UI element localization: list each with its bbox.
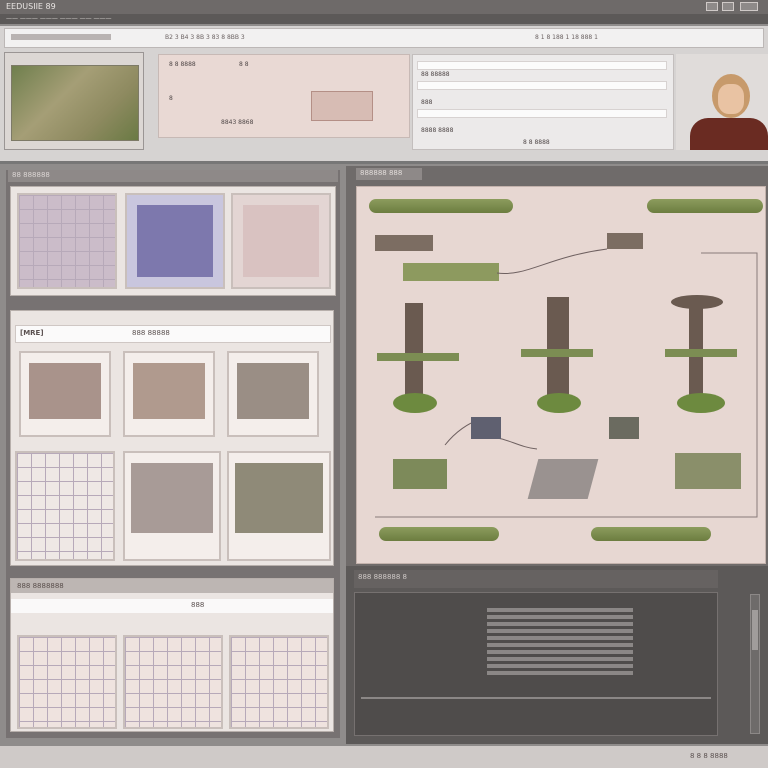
- close-icon[interactable]: [740, 2, 758, 11]
- nav-strip: [11, 34, 111, 40]
- asset-tile-1[interactable]: [19, 351, 111, 437]
- map-image: [11, 65, 139, 141]
- texture-swatch-2: [243, 205, 319, 277]
- console-output[interactable]: [354, 592, 718, 736]
- console-title: 888 888888 8: [358, 573, 407, 581]
- window-titlebar: EEDUSIIE 89: [0, 0, 768, 14]
- asset-tile-2[interactable]: [123, 351, 215, 437]
- left-header-title: 88 888888: [12, 171, 50, 179]
- tower-platform: [521, 349, 593, 357]
- left-header: 88 888888: [8, 170, 338, 182]
- console-divider: [361, 697, 711, 699]
- texture-swatch: [137, 205, 213, 277]
- asset-tile-5[interactable]: [123, 451, 221, 561]
- form-row-3[interactable]: [417, 109, 667, 118]
- preview-list-title: 888 8888888: [17, 582, 64, 590]
- diagram-tab[interactable]: 888888 888: [356, 168, 422, 180]
- map-thumbnail[interactable]: [4, 52, 144, 150]
- tower-platform: [665, 349, 737, 357]
- console-header: 888 888888 8: [354, 570, 718, 588]
- menu-bar[interactable]: —— ——— ——— ——— —— ———: [0, 14, 768, 24]
- tower-top: [671, 295, 723, 309]
- preview-panel: 8 8 8888 8 8 8 8843 8868: [158, 54, 410, 138]
- form-label-2: 888: [421, 99, 433, 106]
- building-node[interactable]: [393, 459, 447, 489]
- building-node[interactable]: [675, 453, 741, 489]
- user-avatar[interactable]: [676, 54, 768, 150]
- preview-label-2: 8 8: [239, 61, 249, 68]
- building-node[interactable]: [527, 459, 599, 499]
- form-label-1: 88 88888: [421, 71, 450, 78]
- assets-title: [MRE]: [20, 329, 44, 337]
- asset-image: [235, 463, 323, 533]
- texture-tile-3[interactable]: [231, 193, 331, 289]
- texture-tile-1[interactable]: [17, 193, 117, 289]
- preview-tile-3[interactable]: [229, 635, 329, 729]
- form-label-3: 8888 8888: [421, 127, 454, 134]
- breadcrumb: 8 1 8 188 1 18 888 1: [535, 34, 598, 41]
- preview-button[interactable]: 8843 8868: [221, 119, 253, 126]
- console-lines: [487, 605, 633, 678]
- assets-panel: [MRE] 888 88888: [10, 310, 334, 566]
- form-row-2[interactable]: [417, 81, 667, 90]
- status-text: 8 8 8 8888: [690, 752, 728, 760]
- texture-panel: [10, 186, 336, 296]
- asset-image: [237, 363, 309, 419]
- small-node[interactable]: [609, 417, 639, 439]
- tower-base: [393, 393, 437, 413]
- maximize-icon[interactable]: [722, 2, 734, 11]
- properties-form: 88 88888 888 8888 8888 8 8 8888: [412, 54, 674, 150]
- preview-list-search[interactable]: 888: [11, 599, 333, 613]
- form-row-1[interactable]: [417, 61, 667, 70]
- node-diagram-canvas[interactable]: [356, 186, 766, 564]
- tower-base: [677, 393, 725, 413]
- preview-tile-1[interactable]: [17, 635, 117, 729]
- status-bar: 8 8 8 8888: [0, 746, 768, 768]
- minimize-icon[interactable]: [706, 2, 718, 11]
- preview-list-header: 888 8888888: [11, 579, 333, 593]
- avatar-face: [718, 84, 744, 114]
- tower-platform: [377, 353, 459, 361]
- asset-tile-4[interactable]: [15, 451, 115, 561]
- preview-label-3: 8: [169, 95, 173, 102]
- preview-list-sub: 888: [191, 601, 205, 609]
- window-title: EEDUSIIE 89: [6, 2, 56, 11]
- console-scroll-thumb[interactable]: [752, 610, 758, 650]
- assets-toolbar: [MRE] 888 88888: [15, 325, 331, 343]
- small-node[interactable]: [471, 417, 501, 439]
- preview-tile-2[interactable]: [123, 635, 223, 729]
- tower-base: [537, 393, 581, 413]
- asset-tile-6[interactable]: [227, 451, 331, 561]
- preview-label: 8 8 8888: [169, 61, 196, 68]
- asset-tile-3[interactable]: [227, 351, 319, 437]
- preview-image: [311, 91, 373, 121]
- form-status: 8 8 8888: [523, 139, 550, 146]
- asset-image: [29, 363, 101, 419]
- asset-image: [131, 463, 213, 533]
- texture-tile-2[interactable]: [125, 193, 225, 289]
- menu-items[interactable]: —— ——— ——— ——— —— ———: [6, 15, 112, 22]
- address-bar[interactable]: B2 3 B4 3 8B 3 83 8 8BB 3 8 1 8 188 1 18…: [4, 28, 764, 48]
- tab-strip[interactable]: B2 3 B4 3 8B 3 83 8 8BB 3: [165, 33, 245, 43]
- diagram-tab-title: 888888 888: [360, 169, 403, 177]
- asset-image: [133, 363, 205, 419]
- preview-list-panel: 888 8888888 888: [10, 578, 334, 732]
- assets-subtitle: 888 88888: [132, 329, 170, 337]
- avatar-shoulders: [690, 118, 768, 150]
